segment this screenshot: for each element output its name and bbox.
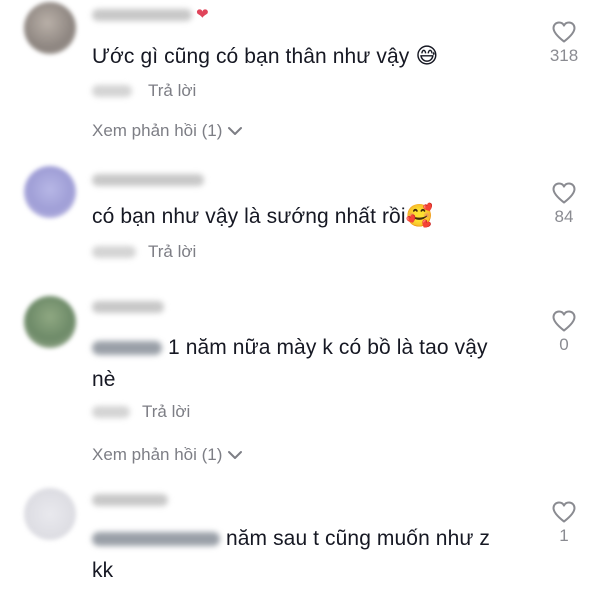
reply-button[interactable]: Trả lời: [142, 402, 190, 422]
heart-icon: ❤: [196, 6, 209, 23]
mention-blurred[interactable]: [92, 341, 162, 356]
timestamp-blurred: [92, 406, 130, 418]
username-blurred[interactable]: [92, 494, 168, 506]
comment-body: Ước gì cũng có bạn thân như vậy: [92, 45, 410, 68]
comment-text: 1 năm nữa mày k có bồ là tao vậy nè: [92, 332, 512, 396]
avatar[interactable]: [24, 488, 76, 540]
like-button[interactable]: 0: [548, 309, 580, 355]
comment-meta: Trả lời: [92, 402, 292, 422]
like-count: 318: [549, 46, 579, 65]
sweat-smile-emoji: 😅: [415, 43, 439, 68]
avatar[interactable]: [24, 2, 76, 54]
comment-meta: Trả lời: [92, 81, 292, 101]
like-button[interactable]: 1: [548, 500, 580, 546]
like-button[interactable]: 318: [548, 20, 580, 66]
reply-button[interactable]: Trả lời: [148, 242, 196, 262]
heart-outline-icon: [552, 501, 576, 523]
chevron-down-icon: [228, 127, 243, 135]
heart-outline-icon: [552, 310, 576, 332]
view-replies-label: Xem phản hồi (1): [92, 121, 223, 140]
comment-text: có bạn như vậy là sướng nhất rồi🥰: [92, 200, 512, 233]
avatar[interactable]: [24, 296, 76, 348]
heart-outline-icon: [552, 21, 576, 43]
comment-body: có bạn như vậy là sướng nhất rồi: [92, 205, 406, 228]
view-replies-button[interactable]: Xem phản hồi (1): [92, 121, 243, 141]
avatar[interactable]: [24, 166, 76, 218]
like-button[interactable]: 84: [548, 181, 580, 227]
username-blurred[interactable]: [92, 9, 192, 21]
chevron-down-icon: [228, 451, 243, 459]
like-count: 84: [554, 207, 574, 226]
like-count: 0: [559, 335, 569, 354]
reply-button[interactable]: Trả lời: [148, 81, 196, 101]
view-replies-label: Xem phản hồi (1): [92, 445, 223, 464]
username-blurred[interactable]: [92, 174, 204, 186]
comment-meta: Trả lời: [92, 242, 292, 262]
timestamp-blurred: [92, 85, 132, 97]
comment-text: Ước gì cũng có bạn thân như vậy 😅: [92, 40, 512, 73]
mention-blurred[interactable]: [92, 532, 220, 547]
like-count: 1: [559, 526, 569, 545]
view-replies-button[interactable]: Xem phản hồi (1): [92, 445, 243, 465]
timestamp-blurred: [92, 246, 136, 258]
heart-outline-icon: [552, 182, 576, 204]
comment-text: năm sau t cũng muốn như z kk: [92, 523, 512, 587]
username-blurred[interactable]: [92, 301, 164, 313]
smiling-hearts-emoji: 🥰: [405, 203, 434, 228]
